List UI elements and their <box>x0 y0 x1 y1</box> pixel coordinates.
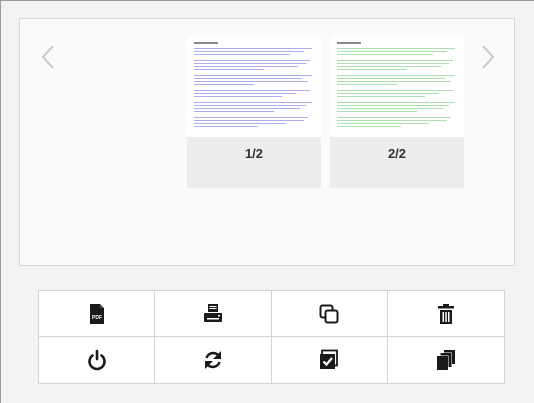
thumbnail-text-line <box>194 90 310 91</box>
thumbnail-text-line <box>337 111 417 112</box>
thumbnail-text-line <box>337 126 401 127</box>
thumbnail-text-line <box>337 60 453 61</box>
pdf-file-icon: PDF <box>89 303 104 324</box>
thumbnail-text-line <box>337 63 449 64</box>
thumbnail-text-line <box>337 69 407 70</box>
thumbnail-text-line <box>194 48 312 49</box>
thumbnail-text-line <box>194 63 306 64</box>
thumbnail-text-line <box>194 102 312 103</box>
page-thumbnail-1[interactable]: 1/2 <box>187 36 321 188</box>
page-thumbnail-image <box>330 36 464 137</box>
thumbnail-text-line <box>337 48 455 49</box>
thumbnail-text-line <box>337 117 451 118</box>
thumbnail-text-line <box>337 93 439 94</box>
select-button[interactable] <box>271 337 388 383</box>
thumbnail-text-line <box>194 75 312 76</box>
window-top-border <box>0 0 534 1</box>
thumbnail-text-line <box>194 93 296 94</box>
refresh-button[interactable] <box>155 337 272 383</box>
print-button[interactable] <box>155 291 272 337</box>
thumbnail-text-line <box>194 60 310 61</box>
thumbnail-text-line <box>337 66 441 67</box>
thumbnail-text-line <box>194 51 304 52</box>
page-thumbnail-2[interactable]: 2/2 <box>330 36 464 188</box>
thumbnail-text-line <box>194 111 274 112</box>
thumbnail-text-line <box>337 84 397 85</box>
copy-icon <box>319 304 339 323</box>
pdf-icon-text: PDF <box>92 315 102 321</box>
thumbnail-text-line <box>337 102 455 103</box>
thumbnail-text-line <box>337 78 445 79</box>
export-pdf-button[interactable]: PDF <box>39 291 156 337</box>
trash-icon <box>437 303 454 324</box>
thumbnail-text-line <box>337 54 433 55</box>
previous-page-button[interactable] <box>36 41 60 73</box>
page-number-label: 2/2 <box>387 146 407 161</box>
page-preview-panel: 1/2 2/2 <box>19 18 515 266</box>
thumbnail-text-line <box>194 108 300 109</box>
thumbnail-text-line <box>194 117 308 118</box>
thumbnail-text-line <box>194 120 304 121</box>
power-button[interactable] <box>39 337 156 383</box>
refresh-icon <box>204 351 221 369</box>
next-page-button[interactable] <box>476 41 500 73</box>
checked-box-icon <box>320 349 339 369</box>
thumbnail-text-line <box>337 51 447 52</box>
thumbnail-text-line <box>194 81 308 82</box>
page-thumbnail-image <box>187 36 321 137</box>
thumbnail-text-line <box>194 69 264 70</box>
thumbnail-text-line <box>337 108 443 109</box>
action-toolbar: PDF <box>38 290 505 384</box>
thumbnail-text-line <box>337 123 429 124</box>
delete-button[interactable] <box>387 291 504 337</box>
page-number-label: 1/2 <box>244 146 264 161</box>
stacked-pages-icon <box>436 350 455 371</box>
power-icon <box>87 349 106 371</box>
thumbnail-text-line <box>337 90 453 91</box>
chevron-right-icon <box>482 45 495 69</box>
thumbnail-text-line <box>194 96 282 97</box>
stack-button[interactable] <box>387 337 504 383</box>
thumbnail-text-line <box>194 126 258 127</box>
thumbnail-text-line <box>194 54 290 55</box>
thumbnail-text-line <box>194 78 302 79</box>
window-left-border <box>0 0 1 403</box>
chevron-left-icon <box>41 45 54 69</box>
thumbnail-text-line <box>194 123 286 124</box>
thumbnail-text-line <box>194 105 306 106</box>
duplicate-button[interactable] <box>271 291 388 337</box>
thumbnail-text-line <box>337 81 451 82</box>
thumbnail-text-line <box>337 75 455 76</box>
thumbnail-text-line <box>337 96 425 97</box>
thumbnail-text-line <box>194 84 254 85</box>
printer-icon <box>203 303 222 322</box>
thumbnail-text-line <box>194 66 298 67</box>
thumbnail-text-line <box>337 105 449 106</box>
thumbnail-text-line <box>337 120 447 121</box>
